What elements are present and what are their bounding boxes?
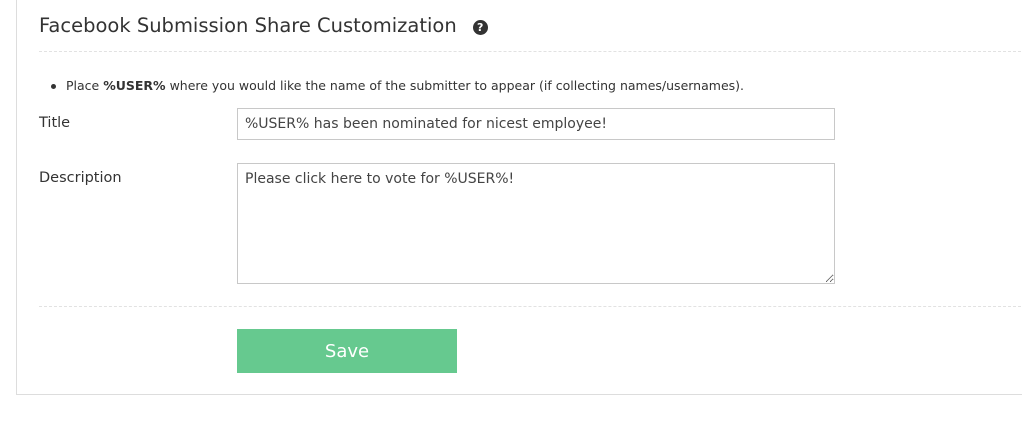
instruction-suffix: where you would like the name of the sub… [165, 78, 744, 93]
title-input[interactable] [237, 108, 835, 140]
section-title: Facebook Submission Share Customization [39, 14, 457, 37]
description-textarea[interactable]: Please click here to vote for %USER%! [237, 163, 835, 284]
facebook-share-panel: Facebook Submission Share Customization … [16, 0, 1022, 395]
description-label: Description [39, 170, 122, 186]
section-heading-row: Facebook Submission Share Customization … [39, 14, 488, 37]
instruction-list-item: Place %USER% where you would like the na… [51, 78, 744, 93]
save-button[interactable]: Save [237, 329, 457, 373]
divider-top [39, 51, 1022, 52]
instruction-prefix: Place [66, 78, 104, 93]
instruction-token: %USER% [103, 78, 166, 93]
title-label: Title [39, 115, 71, 131]
question-circle-icon[interactable]: ? [472, 20, 488, 35]
divider-bottom [39, 306, 1022, 307]
